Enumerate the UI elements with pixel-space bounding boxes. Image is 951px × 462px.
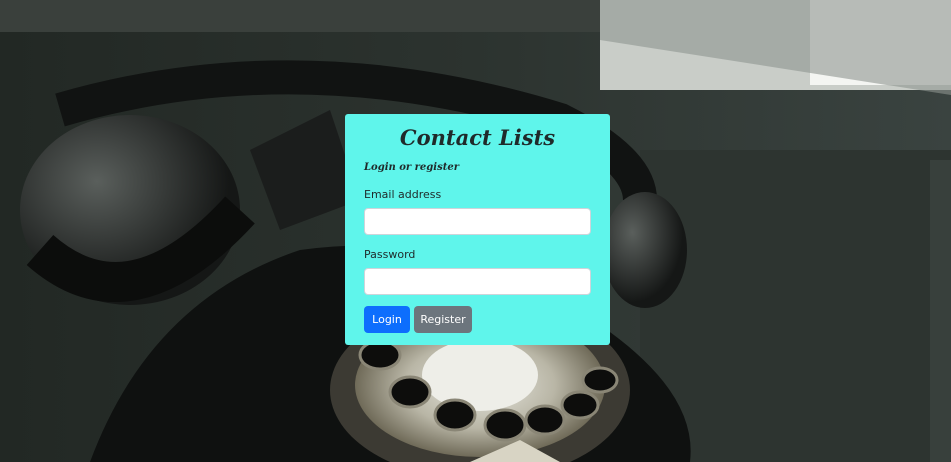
login-card: Contact Lists Login or register Email ad… xyxy=(345,114,610,345)
password-label: Password xyxy=(364,248,416,261)
password-field[interactable] xyxy=(364,268,591,295)
email-field[interactable] xyxy=(364,208,591,235)
register-button[interactable]: Register xyxy=(414,306,472,333)
form-actions: Login Register xyxy=(364,306,591,333)
email-label: Email address xyxy=(364,188,442,201)
login-subtitle: Login or register xyxy=(364,162,459,173)
app-title: Contact Lists xyxy=(399,125,556,150)
login-button[interactable]: Login xyxy=(364,306,410,333)
